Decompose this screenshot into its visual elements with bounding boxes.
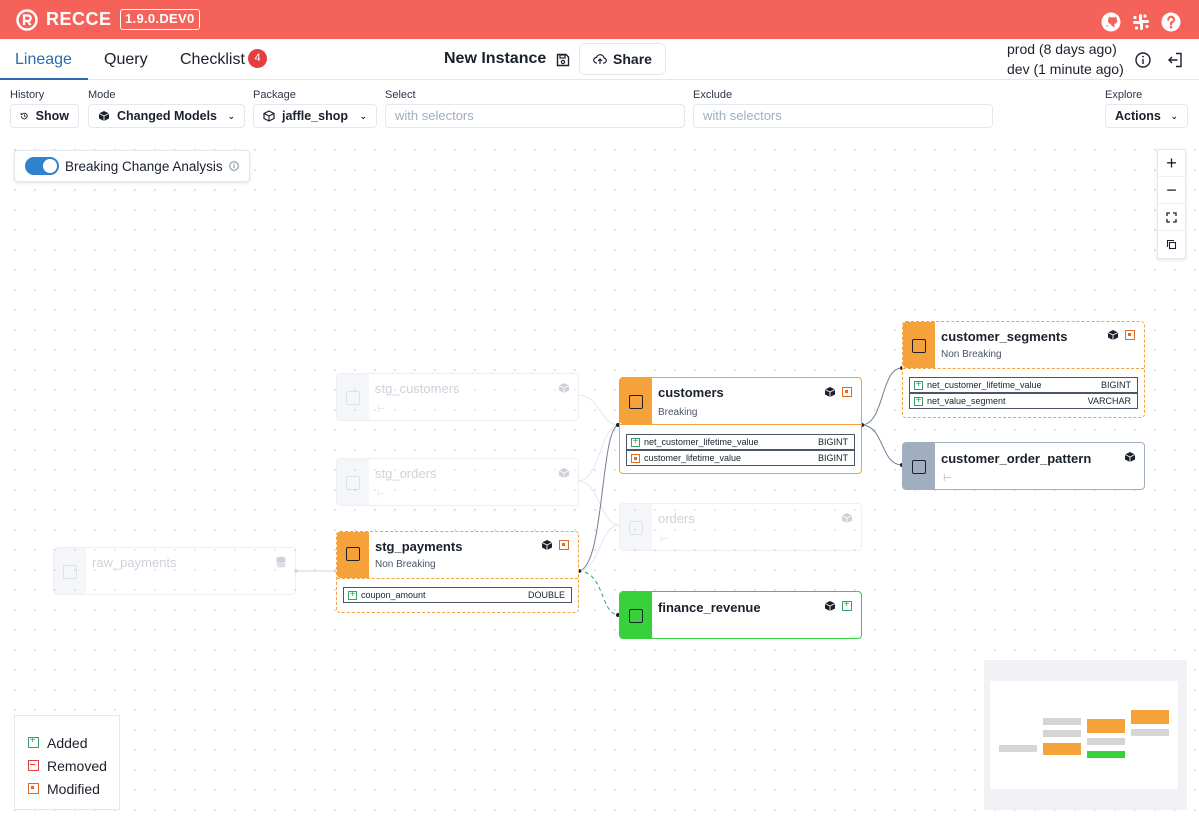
column-lineage-icon: ⊢ bbox=[943, 473, 952, 484]
added-column-icon bbox=[914, 379, 923, 391]
model-cube-icon bbox=[541, 540, 553, 550]
node-raw_payments[interactable]: raw_payments bbox=[53, 547, 296, 595]
node-customer_order_pattern[interactable]: customer_order_pattern ⊢ bbox=[902, 442, 1145, 490]
model-cube-icon bbox=[1124, 452, 1136, 462]
node-checkbox[interactable] bbox=[629, 609, 643, 623]
legend-modified: Modified bbox=[28, 777, 119, 800]
modified-indicator-icon bbox=[1125, 330, 1135, 340]
model-cube-icon bbox=[841, 513, 853, 523]
model-cube-icon bbox=[824, 387, 836, 397]
node-stg_customers[interactable]: stg_customers ⊢ bbox=[336, 373, 579, 421]
model-cube-icon bbox=[558, 468, 570, 478]
node-checkbox[interactable] bbox=[346, 547, 360, 561]
node-checkbox[interactable] bbox=[912, 460, 926, 474]
column-lineage-icon: ⊢ bbox=[660, 534, 669, 545]
added-column-icon bbox=[631, 436, 640, 448]
modified-indicator-icon bbox=[559, 540, 569, 550]
node-stg_orders[interactable]: stg_orders ⊢ bbox=[336, 458, 579, 506]
removed-icon bbox=[28, 760, 39, 771]
node-checkbox[interactable] bbox=[629, 395, 643, 409]
column-row[interactable]: coupon_amount DOUBLE bbox=[343, 587, 572, 603]
source-database-icon bbox=[276, 556, 286, 568]
column-row[interactable]: customer_lifetime_value BIGINT bbox=[626, 450, 855, 466]
added-column-icon bbox=[914, 395, 923, 407]
column-lineage-icon: ⊢ bbox=[377, 489, 386, 500]
node-checkbox[interactable] bbox=[346, 391, 360, 405]
info-icon bbox=[228, 161, 239, 171]
added-icon bbox=[28, 735, 39, 748]
edge-stg_payments-orders bbox=[577, 524, 620, 572]
zoom-in-button[interactable]: + bbox=[1158, 150, 1185, 177]
added-column-icon bbox=[348, 589, 357, 601]
model-cube-icon bbox=[1107, 330, 1119, 340]
model-cube-icon bbox=[824, 601, 836, 611]
node-checkbox[interactable] bbox=[629, 521, 643, 535]
added-indicator-icon bbox=[842, 599, 852, 611]
edge-stg_customers-customers bbox=[577, 394, 620, 426]
edge-stg_payments-customers bbox=[577, 424, 620, 572]
node-checkbox[interactable] bbox=[912, 339, 926, 353]
node-customers[interactable]: customers Breaking net_customer_lifetime… bbox=[619, 377, 862, 474]
breaking-change-toggle[interactable]: Breaking Change Analysis bbox=[14, 150, 250, 182]
copy-image-button[interactable] bbox=[1158, 231, 1185, 258]
node-stg_payments[interactable]: stg_payments Non Breaking coupon_amount … bbox=[336, 531, 579, 613]
node-checkbox[interactable] bbox=[346, 476, 360, 490]
fit-view-icon bbox=[1166, 211, 1177, 223]
node-checkbox[interactable] bbox=[63, 565, 77, 579]
edge-stg_payments-finance_revenue bbox=[577, 570, 620, 616]
copy-icon bbox=[1166, 239, 1177, 250]
legend-removed: Removed bbox=[28, 754, 119, 777]
modified-column-icon bbox=[631, 453, 640, 463]
minimap-viewport bbox=[990, 681, 1178, 789]
edge-stg_orders-customers bbox=[577, 424, 620, 482]
column-row[interactable]: net_customer_lifetime_value BIGINT bbox=[626, 434, 855, 450]
zoom-controls: + − bbox=[1157, 149, 1186, 259]
zoom-out-button[interactable]: − bbox=[1158, 177, 1185, 204]
model-cube-icon bbox=[558, 383, 570, 393]
edge-customers-customer_order_pattern bbox=[860, 424, 903, 466]
legend-added: Added bbox=[28, 731, 119, 754]
breaking-change-switch[interactable] bbox=[25, 157, 59, 175]
change-legend: Added Removed Modified bbox=[14, 715, 120, 810]
edge-customers-customer_segments bbox=[860, 367, 903, 426]
modified-indicator-icon bbox=[842, 387, 852, 397]
node-finance_revenue[interactable]: finance_revenue bbox=[619, 591, 862, 639]
node-orders[interactable]: orders ⊢ bbox=[619, 503, 862, 551]
node-customer_segments[interactable]: customer_segments Non Breaking net_custo… bbox=[902, 321, 1145, 418]
column-row[interactable]: net_customer_lifetime_value BIGINT bbox=[909, 377, 1138, 393]
fit-view-button[interactable] bbox=[1158, 204, 1185, 231]
column-row[interactable]: net_value_segment VARCHAR bbox=[909, 393, 1138, 409]
column-lineage-icon: ⊢ bbox=[377, 404, 386, 415]
minimap[interactable] bbox=[984, 660, 1187, 810]
modified-icon bbox=[28, 783, 39, 794]
